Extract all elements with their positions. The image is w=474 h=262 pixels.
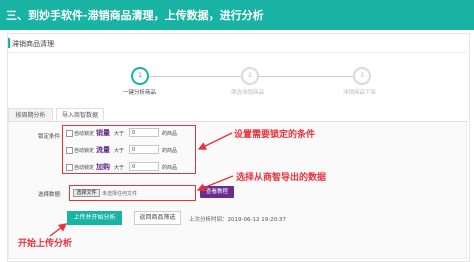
step-3-circle[interactable]: 3 <box>353 67 371 85</box>
panel-title: 滞销商品清理 <box>12 40 54 48</box>
back-to-filter-button[interactable]: 返回商品筛选 <box>134 211 181 225</box>
condition-value-input[interactable]: 0 <box>129 162 159 171</box>
condition-checkbox[interactable] <box>66 147 73 154</box>
tab-import-data[interactable]: 导入商智数据 <box>56 108 104 122</box>
upload-analyze-button[interactable]: 上传并开始分析 <box>67 211 122 225</box>
step-connector <box>149 76 242 77</box>
condition-value-input[interactable]: 0 <box>129 128 159 137</box>
step-2-circle[interactable]: 2 <box>241 67 259 85</box>
panel-title-accent <box>8 38 10 48</box>
condition-unit: 的商品 <box>162 131 178 137</box>
step-1-label: 一键分析商品 <box>123 90 157 96</box>
condition-prefix: 自动锁定 <box>74 165 95 171</box>
condition-comparator: 大于 <box>114 131 125 137</box>
annotation-set-conditions: 设置需要锁定的条件 <box>234 130 316 140</box>
annotation-start-upload: 开始上传分析 <box>18 239 73 249</box>
condition-keyword: 流量 <box>96 146 110 154</box>
condition-unit: 的商品 <box>162 165 178 171</box>
condition-checkbox[interactable] <box>66 130 73 137</box>
tab-period-analysis[interactable]: 按周期分析 <box>8 108 53 122</box>
condition-comparator: 大于 <box>114 165 125 171</box>
step-connector <box>258 76 354 77</box>
condition-checkbox[interactable] <box>66 164 73 171</box>
top-banner: 三、到妙手软件-滞销商品清理，上传数据，进行分析 <box>0 0 474 30</box>
lock-conditions-label: 锁定条件: <box>38 134 62 140</box>
condition-keyword: 销量 <box>96 129 110 137</box>
annotation-choose-data: 选择从商智导出的数据 <box>236 173 327 183</box>
condition-comparator: 大于 <box>114 148 125 154</box>
step-2-label: 筛选滞销商品 <box>231 90 265 96</box>
condition-prefix: 自动锁定 <box>74 131 95 137</box>
select-data-label: 选择数据: <box>38 192 62 198</box>
condition-keyword: 加购 <box>96 163 110 171</box>
condition-prefix: 自动锁定 <box>74 148 95 154</box>
choose-file-button[interactable]: 选择文件 <box>73 189 100 197</box>
banner-title: 三、到妙手软件-滞销商品清理，上传数据，进行分析 <box>6 9 264 22</box>
panel-divider <box>8 52 467 53</box>
view-tutorial-button[interactable]: 查看教程 <box>200 186 234 198</box>
last-analysis-time: 上次分析时间：2019-06-12 19:20:37 <box>189 217 286 223</box>
condition-value-input[interactable]: 0 <box>129 145 159 154</box>
step-3-label: 滞销商品下架 <box>343 90 377 96</box>
step-1-circle[interactable]: 1 <box>131 67 149 85</box>
file-status: 未选择任何文件 <box>102 191 138 197</box>
condition-unit: 的商品 <box>162 148 178 154</box>
